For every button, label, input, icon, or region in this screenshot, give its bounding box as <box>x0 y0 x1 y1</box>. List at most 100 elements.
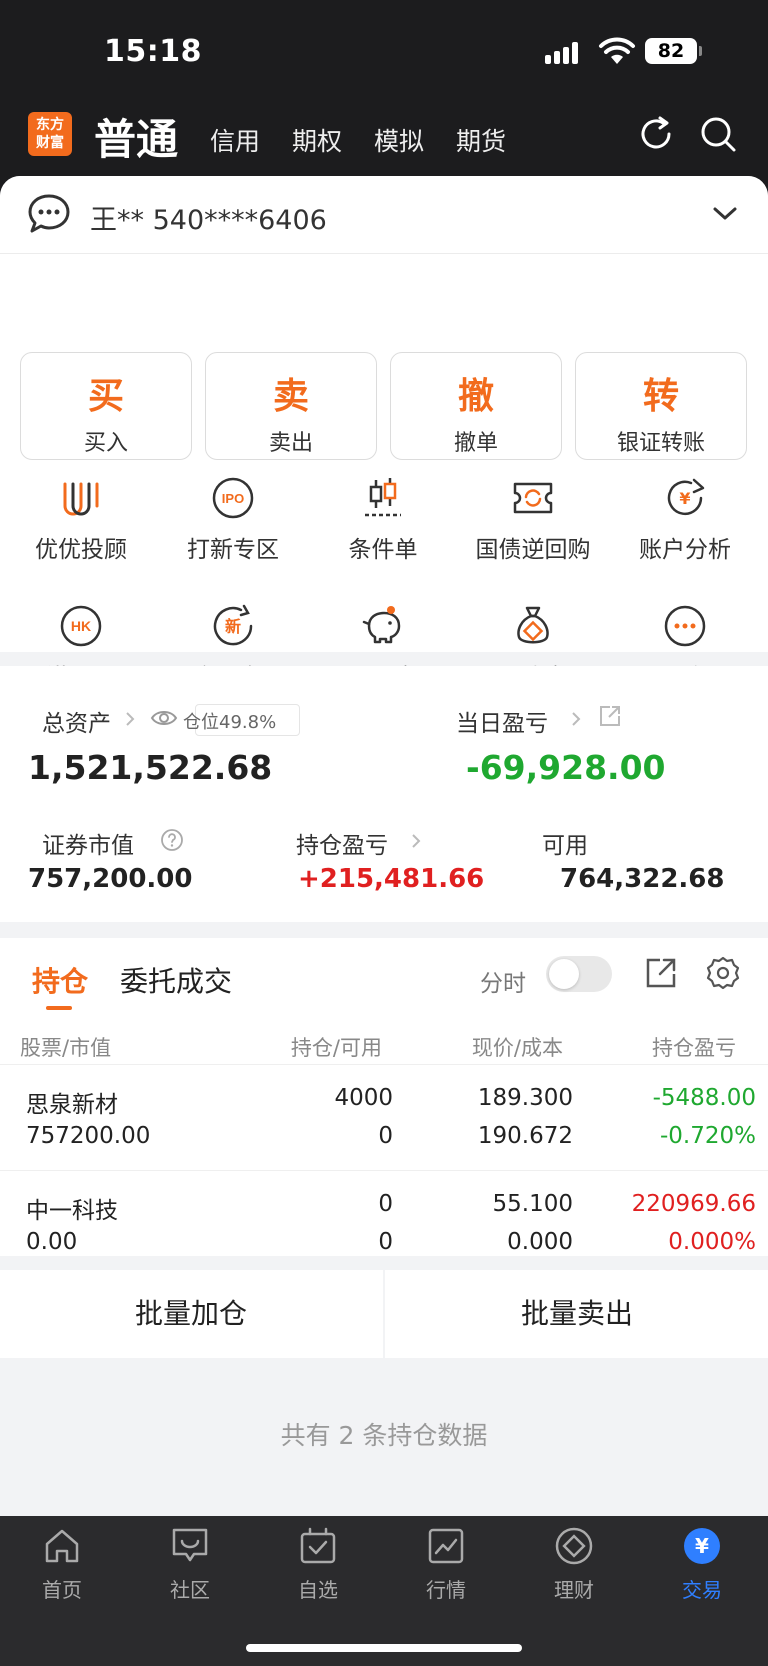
sell-glyph: 卖 <box>272 376 309 417</box>
tab-community[interactable]: 社区 <box>140 1526 240 1603</box>
sell-label: 卖出 <box>268 431 313 456</box>
tab-simulation[interactable]: 模拟 <box>374 122 424 158</box>
hk-icon: HK <box>60 605 102 647</box>
external-link-icon[interactable] <box>598 704 622 728</box>
chevron-right-icon <box>126 712 135 726</box>
asset-summary: 总资产 仓位49.8% 1,521,522.68 当日盈亏 -69,928.00… <box>0 666 768 922</box>
grid-item-conditional-order[interactable]: 条件单 <box>308 476 458 564</box>
table-row[interactable]: 中一科技 0.00 0 0 55.100 0.000 220969.66 0.0… <box>0 1170 768 1274</box>
stock-name: 思泉新材 <box>26 1092 118 1118</box>
gear-icon[interactable] <box>706 956 740 990</box>
holding-pl: 220969.66 <box>631 1191 756 1217</box>
grid-item-reverse-repo[interactable]: 国债逆回购 <box>458 476 608 564</box>
transfer-label: 银证转账 <box>616 431 705 456</box>
chat-icon[interactable] <box>26 192 72 236</box>
position-qty: 0 <box>378 1191 393 1217</box>
search-icon[interactable] <box>698 114 738 154</box>
svg-text:¥: ¥ <box>695 1534 709 1558</box>
holding-pl-value: +215,481.66 <box>298 864 485 894</box>
tab-home[interactable]: 首页 <box>12 1526 112 1603</box>
tab-futures[interactable]: 期货 <box>456 122 506 158</box>
cancel-label: 撤单 <box>453 431 498 456</box>
eye-icon[interactable] <box>150 704 178 732</box>
batch-add-button[interactable]: 批量加仓 <box>0 1270 382 1358</box>
grid-label: 打新专区 <box>187 537 279 563</box>
more-icon <box>664 605 706 647</box>
stock-market-value: 757200.00 <box>26 1123 151 1149</box>
grid-item-ipo[interactable]: IPO 打新专区 <box>158 476 308 564</box>
grid-item-advisor[interactable]: 优优投顾 <box>6 476 156 564</box>
tab-options[interactable]: 期权 <box>292 122 342 158</box>
buy-glyph: 买 <box>87 376 124 417</box>
svg-text:¥: ¥ <box>679 489 690 508</box>
stock-name: 中一科技 <box>26 1198 118 1224</box>
grid-label: 优优投顾 <box>35 537 127 563</box>
chevron-down-icon[interactable] <box>712 204 738 224</box>
new-third-board-icon-text: 新 <box>225 617 241 636</box>
intraday-toggle[interactable] <box>546 956 612 992</box>
tab-market[interactable]: 行情 <box>396 1526 496 1603</box>
holding-pl: -5488.00 <box>652 1085 756 1111</box>
cost-price: 190.672 <box>477 1123 573 1149</box>
tab-label: 行情 <box>426 1578 466 1602</box>
buy-label: 买入 <box>83 431 128 456</box>
transfer-button[interactable]: 转 银证转账 <box>575 352 747 460</box>
col-header-pl: 持仓盈亏 <box>652 1036 736 1060</box>
available-qty: 0 <box>378 1123 393 1149</box>
divider <box>383 1270 385 1358</box>
candlestick-icon <box>365 478 401 517</box>
daily-pl-label[interactable]: 当日盈亏 <box>456 704 548 738</box>
grid-item-account-analysis[interactable]: ¥ 账户分析 <box>610 476 760 564</box>
bottom-tab-bar: 首页 社区 自选 行情 理财 ¥ 交易 <box>0 1516 768 1666</box>
new-third-board-icon: 新 <box>213 604 253 646</box>
account-selector[interactable]: 王** 540****6406 <box>0 176 768 254</box>
tab-watchlist[interactable]: 自选 <box>268 1526 368 1603</box>
account-analysis-icon: ¥ <box>667 478 705 516</box>
logo-text: 财富 <box>36 135 64 151</box>
grid-label: 条件单 <box>348 537 418 563</box>
piggy-bank-icon <box>362 606 401 644</box>
ipo-icon: IPO <box>212 477 254 519</box>
tab-wealth[interactable]: 理财 <box>524 1526 624 1603</box>
batch-actions: 批量加仓 批量卖出 <box>0 1270 768 1358</box>
tab-holdings[interactable]: 持仓 <box>32 960 88 1000</box>
top-nav: 东方 财富 普通 信用 期权 模拟 期货 <box>0 100 768 180</box>
transfer-glyph: 转 <box>642 376 679 417</box>
refresh-icon[interactable] <box>636 114 676 154</box>
market-value-label: 证券市值 <box>42 833 134 859</box>
holding-pl-pct: 0.000% <box>668 1229 756 1255</box>
trade-yen-icon: ¥ <box>684 1528 720 1564</box>
tab-trade[interactable]: ¥ 交易 <box>652 1526 752 1603</box>
cancel-order-button[interactable]: 撤 撤单 <box>390 352 562 460</box>
community-icon <box>172 1528 208 1562</box>
available-value: 764,322.68 <box>560 864 725 894</box>
tab-normal[interactable]: 普通 <box>94 106 178 167</box>
wealth-icon <box>555 1527 593 1565</box>
intraday-label: 分时 <box>480 971 526 997</box>
status-time: 15:18 <box>104 34 202 69</box>
holding-pl-label[interactable]: 持仓盈亏 <box>296 826 388 860</box>
chevron-right-icon <box>572 712 581 726</box>
sell-button[interactable]: 卖 卖出 <box>205 352 377 460</box>
table-row[interactable]: 思泉新材 757200.00 4000 0 189.300 190.672 -5… <box>0 1064 768 1168</box>
home-indicator[interactable] <box>246 1644 522 1652</box>
market-value: 757,200.00 <box>28 864 193 894</box>
tab-label: 交易 <box>682 1578 722 1602</box>
cellular-signal-icon <box>545 40 585 64</box>
hk-icon-text: HK <box>71 618 91 634</box>
tab-orders-trades[interactable]: 委托成交 <box>120 960 232 1000</box>
buy-button[interactable]: 买 买入 <box>20 352 192 460</box>
batch-sell-button[interactable]: 批量卖出 <box>386 1270 768 1358</box>
current-price: 189.300 <box>477 1085 573 1111</box>
total-assets-value: 1,521,522.68 <box>28 748 273 787</box>
tab-credit[interactable]: 信用 <box>210 122 260 158</box>
main-content: 王** 540****6406 买 买入 卖 卖出 撤 撤单 转 银证转账 优优… <box>0 176 768 1516</box>
wifi-icon <box>599 37 635 64</box>
total-assets-label[interactable]: 总资产 <box>42 704 111 738</box>
help-icon[interactable] <box>160 828 184 852</box>
brand-logo: 东方 财富 <box>28 112 72 156</box>
col-header-stock: 股票/市值 <box>20 1036 112 1060</box>
tab-label: 首页 <box>42 1578 82 1602</box>
share-icon[interactable] <box>644 956 678 990</box>
market-chart-icon <box>428 1528 464 1564</box>
